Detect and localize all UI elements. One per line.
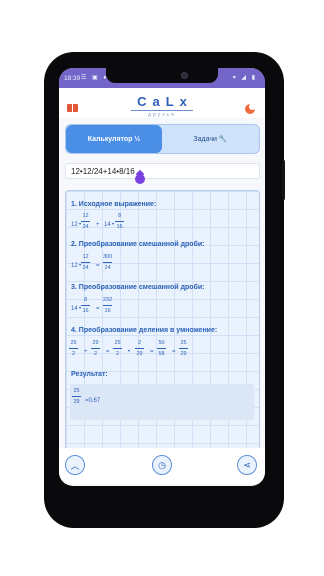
step-4-times: • xyxy=(128,349,131,355)
step-3-title: 3. Преобразование смешанной дроби: xyxy=(71,284,205,291)
camera-notch xyxy=(106,68,218,83)
numerator: 8 xyxy=(117,213,122,219)
denominator: 58 xyxy=(158,351,165,357)
step-1-title: 1. Исходное выражение: xyxy=(71,201,157,208)
denominator: 16 xyxy=(116,224,123,230)
logo-underline xyxy=(131,110,193,111)
step-1-fraction-a: 12 24 xyxy=(81,213,90,230)
history-icon[interactable]: ◷ xyxy=(152,455,172,475)
step-1-whole: 12 xyxy=(71,222,78,228)
numerator: 2 xyxy=(137,340,142,346)
denominator: 16 xyxy=(104,308,111,314)
result-fraction: 25 29 xyxy=(72,388,81,405)
result-approx: =0,67 xyxy=(85,398,101,404)
denominator: 2 xyxy=(71,351,76,357)
step-4-frac-5: 50 58 xyxy=(157,340,166,357)
app-bar: CaLx друзья xyxy=(59,88,265,118)
step-4-frac-2: 29 2 xyxy=(91,340,100,357)
status-left-icons: ☰ ▣ ♦ xyxy=(81,75,109,81)
step-4-frac-4: 2 29 xyxy=(135,340,144,357)
denominator: 24 xyxy=(82,224,89,230)
denominator: 2 xyxy=(115,351,120,357)
step-1-whole-b: 14 xyxy=(104,222,111,228)
numerator: 12 xyxy=(82,213,89,219)
step-1-times-b: • xyxy=(112,222,115,228)
numerator: 232 xyxy=(103,297,113,303)
result-box: 25 29 =0,67 xyxy=(70,384,254,420)
app-subtitle: друзья xyxy=(148,112,176,118)
step-3-eq: = xyxy=(96,306,100,312)
numerator: 25 xyxy=(70,340,77,346)
step-4-frac-1: 25 2 xyxy=(69,340,78,357)
tab-calculator[interactable]: Калькулятор ½ xyxy=(66,125,162,153)
numerator: 29 xyxy=(92,340,99,346)
step-4-frac-3: 25 2 xyxy=(113,340,122,357)
solution-panel: 1. Исходное выражение: 12 • 12 24 + 14 • … xyxy=(65,190,260,454)
mode-tabs: Калькулятор ½ Задачи 🔧 xyxy=(65,124,260,154)
numerator: 25 xyxy=(114,340,121,346)
status-time: 18:39 xyxy=(64,75,81,82)
numerator: 25 xyxy=(73,388,80,394)
step-2-whole: 12 xyxy=(71,263,78,269)
status-bar: 18:39 ☰ ▣ ♦ ▾ ◢ ▮ xyxy=(59,68,265,88)
app-logo: CaLx друзья xyxy=(127,94,197,118)
text-cursor-handle[interactable] xyxy=(135,174,145,184)
camera-icon xyxy=(181,72,188,79)
step-2-eq: = xyxy=(96,263,100,269)
expression-input[interactable]: 12•12/24+14•8/16 xyxy=(65,163,260,179)
step-2-title: 2. Преобразование смешанной дроби: xyxy=(71,241,205,248)
app-title: CaLx xyxy=(137,94,193,109)
denominator: 16 xyxy=(82,308,89,314)
numerator: 12 xyxy=(82,254,89,260)
denominator: 2 xyxy=(93,351,98,357)
step-2-result: 300 24 xyxy=(103,254,112,271)
up-icon[interactable]: ︿ xyxy=(65,455,85,475)
step-3-fraction: 8 16 xyxy=(81,297,90,314)
numerator: 50 xyxy=(158,340,165,346)
denominator: 29 xyxy=(73,399,80,405)
numerator: 8 xyxy=(83,297,88,303)
step-3-whole: 14 xyxy=(71,306,78,312)
result-label: Результат: xyxy=(71,371,108,378)
theme-icon[interactable] xyxy=(245,103,256,114)
step-4-eq-2: = xyxy=(150,349,154,355)
numerator: 300 xyxy=(103,254,113,260)
power-button xyxy=(282,160,285,200)
step-4-eq-3: = xyxy=(172,349,176,355)
denominator: 24 xyxy=(104,265,111,271)
screen: 18:39 ☰ ▣ ♦ ▾ ◢ ▮ CaLx друзья Калькулято… xyxy=(59,68,265,486)
step-2-fraction: 12 24 xyxy=(81,254,90,271)
denominator: 24 xyxy=(82,265,89,271)
step-1-plus: + xyxy=(96,222,100,228)
numerator: 25 xyxy=(180,340,187,346)
step-4-frac-6: 25 29 xyxy=(179,340,188,357)
step-4-title: 4. Преобразование деления в умножение: xyxy=(71,327,218,334)
tab-tasks[interactable]: Задачи 🔧 xyxy=(162,125,259,153)
book-icon[interactable] xyxy=(67,104,78,112)
step-1-fraction-b: 8 16 xyxy=(115,213,124,230)
bottom-toolbar: ︿ ◷ ⋖ xyxy=(59,448,265,484)
step-4-plus-1: + xyxy=(84,349,88,355)
step-3-result: 232 16 xyxy=(103,297,112,314)
share-icon[interactable]: ⋖ xyxy=(237,455,257,475)
step-4-eq-1: = xyxy=(106,349,110,355)
denominator: 29 xyxy=(180,351,187,357)
denominator: 29 xyxy=(136,351,143,357)
status-right-icons: ▾ ◢ ▮ xyxy=(232,75,257,81)
